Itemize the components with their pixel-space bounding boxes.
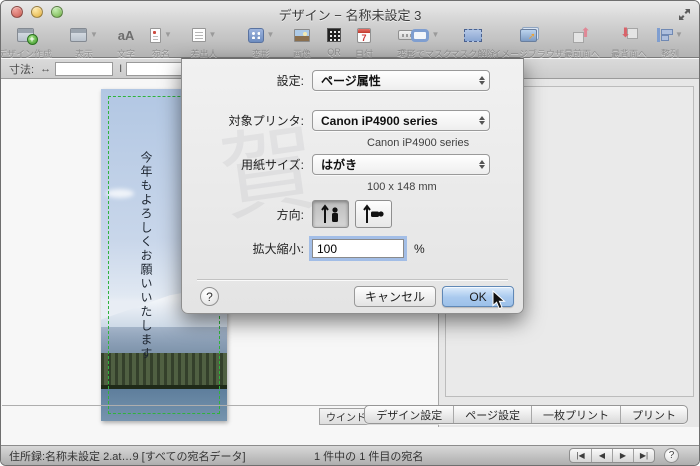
width-input[interactable] [55, 61, 114, 76]
dimensions-label: 寸法: [9, 63, 35, 76]
status-bar: 住所録:名称未設定 2.at…9 [すべての宛名データ] 1 件中の 1 件目の… [1, 445, 699, 465]
shape-icon [247, 27, 264, 43]
paper-size-popup[interactable]: はがき [312, 154, 490, 175]
prev-record-button[interactable]: ◀ [591, 449, 612, 462]
popup-stepper-icon [479, 160, 485, 169]
settings-label: 設定: [276, 74, 304, 88]
record-count: 1 件中の 1 件目の宛名 [314, 450, 424, 463]
settings-row: 設定: ページ属性 [182, 70, 523, 91]
paper-row: 用紙サイズ: はがき [182, 154, 523, 175]
landscape-icon [362, 204, 384, 223]
cancel-button[interactable]: キャンセル [354, 286, 436, 307]
print-button[interactable]: プリント [620, 406, 687, 423]
orientation-row: 方向: [182, 200, 523, 228]
sender-card-icon [191, 28, 206, 42]
window-title: デザイン − 名称未設定 3 [278, 8, 422, 23]
paper-size-label: 用紙サイズ: [241, 158, 304, 172]
chevron-down-icon: ▼ [208, 30, 217, 39]
printer-label: 対象プリンタ: [228, 114, 304, 128]
design-settings-button[interactable]: デザイン設定 [365, 406, 453, 423]
bring-to-front-icon [573, 25, 591, 43]
toolbar-item-sender[interactable]: ▼ 差出人 [174, 24, 234, 60]
recipient-card-icon [150, 27, 162, 43]
single-print-button[interactable]: 一枚プリント [531, 406, 620, 423]
scale-unit: % [414, 241, 425, 256]
portrait-icon [320, 204, 338, 223]
greeting-text[interactable]: 今年もよろしくお願いいたします [137, 151, 153, 411]
chevron-down-icon: ▼ [675, 30, 683, 39]
chevron-down-icon: ▼ [431, 30, 440, 39]
last-record-button[interactable]: ▶| [633, 449, 654, 462]
printer-row: 対象プリンタ: Canon iP4900 series [182, 110, 523, 131]
dialog-help-button[interactable]: ? [200, 287, 219, 306]
width-arrow-icon: ↔ [40, 62, 52, 75]
orientation-landscape-button[interactable] [355, 200, 392, 228]
image-browser-icon [519, 28, 537, 42]
address-book-status: 住所録:名称未設定 2.at…9 [すべての宛名データ] [9, 450, 246, 463]
printer-popup[interactable]: Canon iP4900 series [312, 110, 490, 131]
mode-buttons: デザイン設定 ページ設定 一枚プリント プリント [364, 405, 688, 424]
scale-input[interactable] [312, 239, 404, 258]
chevron-down-icon: ▼ [164, 30, 172, 39]
mouse-cursor [492, 290, 506, 310]
align-icon [657, 28, 674, 42]
title-toolbar: デザイン − 名称未設定 3 + デザイン作成 ▼ 表示 aA 文字 ▼ 宛名 … [1, 1, 699, 60]
send-to-back-icon [620, 25, 638, 43]
orientation-label: 方向: [276, 207, 304, 222]
first-record-button[interactable]: |◀ [570, 449, 591, 462]
app-window: デザイン − 名称未設定 3 + デザイン作成 ▼ 表示 aA 文字 ▼ 宛名 … [0, 0, 700, 466]
toolbar-item-align[interactable]: ▼ 整列 [644, 24, 696, 60]
mask-shape-icon [410, 28, 429, 42]
unmask-icon [464, 28, 482, 42]
design-create-icon: + [16, 28, 38, 45]
printer-subtitle: Canon iP4900 series [367, 137, 470, 149]
next-record-button[interactable]: ▶ [612, 449, 633, 462]
height-input[interactable] [126, 61, 185, 76]
status-help-button[interactable]: ? [664, 448, 679, 463]
page-setup-dialog: 賀 設定: ページ属性 対象プリンタ: Canon iP4900 series … [181, 58, 524, 314]
settings-popup[interactable]: ページ属性 [312, 70, 490, 91]
fullscreen-icon[interactable] [678, 8, 691, 21]
calendar-icon: 7 [357, 27, 371, 43]
toolbar-item-design-create[interactable]: + デザイン作成 [1, 24, 57, 60]
orientation-portrait-button[interactable] [312, 200, 349, 228]
dialog-divider [197, 279, 508, 280]
scale-label: 拡大縮小: [252, 242, 304, 256]
popup-stepper-icon [479, 116, 485, 125]
view-icon [70, 28, 88, 42]
scale-row: 拡大縮小: % [182, 239, 523, 258]
record-navigator: |◀ ◀ ▶ ▶| [569, 448, 655, 463]
popup-stepper-icon [479, 76, 485, 85]
paper-dimensions: 100 x 148 mm [367, 181, 437, 193]
height-cursor-icon: I [119, 62, 123, 75]
page-settings-button[interactable]: ページ設定 [453, 406, 531, 423]
